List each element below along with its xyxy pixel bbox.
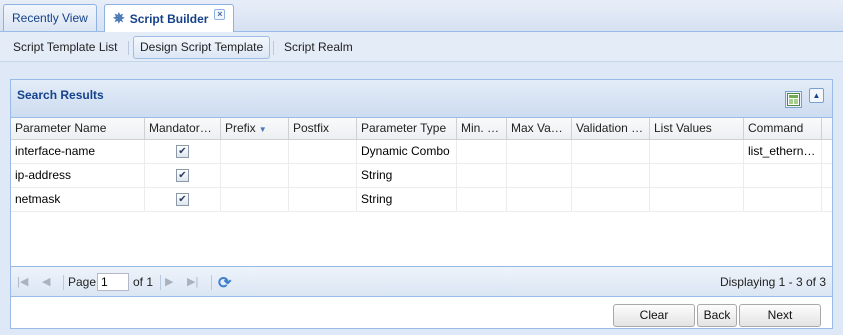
cell-parameter-type: String [357, 164, 457, 188]
gear-icon: ✵ [113, 10, 125, 26]
refresh-icon[interactable]: ⟳ [218, 273, 231, 293]
previous-page-icon[interactable]: ◀ [42, 275, 50, 288]
cell-list-values [650, 164, 744, 188]
cell-max [507, 140, 572, 164]
cell-min [457, 140, 507, 164]
clear-button[interactable]: Clear [613, 304, 695, 327]
checkbox[interactable]: ✔ [176, 169, 189, 183]
toolbar-divider [211, 275, 212, 290]
column-label: Prefix [225, 121, 256, 135]
column-header-sorted[interactable]: Prefix ▼ [221, 118, 289, 140]
column-header[interactable]: Mandator… [145, 118, 221, 140]
tab-strip: Recently View ✵ Script Builder × [0, 0, 843, 32]
last-page-icon[interactable]: ▶| [187, 275, 198, 288]
page-label: Page [68, 275, 97, 289]
sub-navigation: Script Template List Design Script Templ… [0, 32, 843, 62]
grid-body: interface-name ✔ Dynamic Combo list_ethe… [11, 140, 832, 212]
cell-mandatory: ✔ [145, 164, 221, 188]
cell-command: list_ethern… [744, 140, 822, 164]
cell-mandatory: ✔ [145, 188, 221, 212]
cell-command [744, 164, 822, 188]
close-icon[interactable]: × [214, 9, 226, 20]
panel-title: Search Results [17, 88, 104, 102]
nav-design-script-template[interactable]: Design Script Template [133, 36, 271, 59]
column-header[interactable]: Postfix [289, 118, 357, 140]
cell-postfix [289, 188, 357, 212]
column-header[interactable]: Parameter Type [357, 118, 457, 140]
nav-script-template-list[interactable]: Script Template List [6, 36, 125, 59]
next-button[interactable]: Next [739, 304, 821, 327]
next-page-icon[interactable]: ▶ [165, 275, 173, 288]
toolbar-divider [63, 275, 64, 290]
table-row[interactable]: ip-address ✔ String [11, 164, 832, 188]
page-number-input[interactable] [97, 273, 129, 291]
cell-max [507, 188, 572, 212]
column-header[interactable]: Validation … [572, 118, 650, 140]
tab-script-builder[interactable]: ✵ Script Builder × [104, 4, 235, 32]
nav-divider [273, 41, 274, 55]
table-row[interactable]: netmask ✔ String [11, 188, 832, 212]
cell-postfix [289, 164, 357, 188]
column-header[interactable]: Parameter Name [11, 118, 145, 140]
checkbox[interactable]: ✔ [176, 193, 189, 207]
grid-header: Parameter Name Mandator… Prefix ▼ Postfix… [11, 118, 832, 140]
cell-prefix [221, 140, 289, 164]
column-header[interactable]: Max Va… [507, 118, 572, 140]
cell-mandatory: ✔ [145, 140, 221, 164]
cell-parameter-type: Dynamic Combo [357, 140, 457, 164]
checkbox[interactable]: ✔ [176, 145, 189, 159]
cell-command [744, 188, 822, 212]
column-header[interactable]: Command [744, 118, 822, 140]
cell-validation [572, 164, 650, 188]
cell-postfix [289, 140, 357, 164]
panel-header: Search Results ▲ [11, 80, 832, 118]
first-page-icon[interactable]: |◀ [17, 275, 28, 288]
cell-min [457, 164, 507, 188]
search-results-panel: Search Results ▲ Parameter Name Mandator… [10, 79, 833, 329]
cell-prefix [221, 188, 289, 212]
cell-validation [572, 188, 650, 212]
export-excel-icon[interactable] [785, 91, 802, 108]
collapse-icon[interactable]: ▲ [809, 88, 824, 103]
page-count-label: of 1 [133, 275, 154, 289]
column-header[interactable]: List Values [650, 118, 744, 140]
sort-descending-icon: ▼ [258, 125, 267, 134]
cell-list-values [650, 188, 744, 212]
nav-divider [128, 41, 129, 55]
cell-validation [572, 140, 650, 164]
tab-label: Script Builder [129, 11, 209, 26]
cell-parameter-name: ip-address [11, 164, 145, 188]
cell-parameter-name: interface-name [11, 140, 145, 164]
cell-list-values [650, 140, 744, 164]
back-button[interactable]: Back [697, 304, 737, 327]
cell-parameter-type: String [357, 188, 457, 212]
table-row[interactable]: interface-name ✔ Dynamic Combo list_ethe… [11, 140, 832, 164]
column-header[interactable]: Min. … [457, 118, 507, 140]
tab-recently-view[interactable]: Recently View [3, 4, 97, 31]
cell-max [507, 164, 572, 188]
nav-script-realm[interactable]: Script Realm [277, 36, 360, 59]
tab-label: Recently View [12, 11, 88, 25]
paging-toolbar: |◀ ◀ Page of 1 ▶ ▶| ⟳ Displaying 1 - 3 o… [11, 266, 832, 297]
cell-prefix [221, 164, 289, 188]
toolbar-divider [160, 275, 161, 290]
displaying-info: Displaying 1 - 3 of 3 [719, 275, 826, 289]
cell-min [457, 188, 507, 212]
cell-parameter-name: netmask [11, 188, 145, 212]
